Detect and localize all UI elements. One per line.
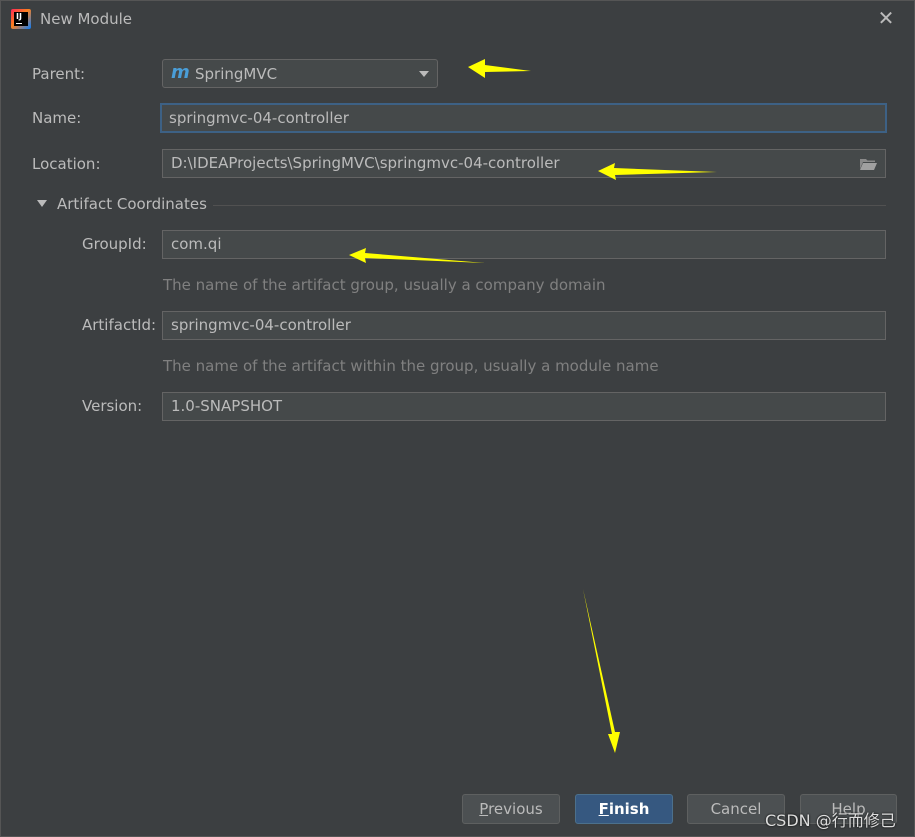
group-id-hint: The name of the artifact group, usually … xyxy=(163,276,606,294)
artifact-id-input[interactable]: springmvc-04-controller xyxy=(162,311,886,340)
version-input[interactable]: 1.0-SNAPSHOT xyxy=(162,392,886,421)
artifact-coordinates-heading[interactable]: Artifact Coordinates xyxy=(57,195,207,213)
annotation-arrow-parent xyxy=(468,59,531,78)
chevron-down-icon xyxy=(419,71,429,77)
parent-label: Parent: xyxy=(32,65,86,83)
previous-button[interactable]: Previous xyxy=(462,794,560,824)
name-input[interactable]: springmvc-04-controller xyxy=(160,103,887,133)
finish-button[interactable]: Finish xyxy=(575,794,673,824)
close-button[interactable]: ✕ xyxy=(875,7,897,29)
name-label: Name: xyxy=(32,109,82,127)
section-divider xyxy=(213,205,886,206)
folder-open-icon[interactable] xyxy=(859,157,877,171)
location-input[interactable]: D:\IDEAProjects\SpringMVC\springmvc-04-c… xyxy=(162,149,886,178)
title-bar: IJ New Module ✕ xyxy=(1,1,914,37)
maven-module-icon: m xyxy=(171,62,190,83)
previous-label: revious xyxy=(488,800,543,818)
artifact-id-hint: The name of the artifact within the grou… xyxy=(163,357,659,375)
artifact-id-label: ArtifactId: xyxy=(82,316,157,334)
group-id-input[interactable]: com.qi xyxy=(162,230,886,259)
csdn-watermark: CSDN @行而修己 xyxy=(765,811,896,830)
collapse-triangle-icon[interactable] xyxy=(37,200,47,207)
annotation-arrow-finish xyxy=(583,589,620,753)
new-module-dialog: IJ New Module ✕ Parent: m SpringMVC Name… xyxy=(0,0,915,837)
finish-mnemonic: F xyxy=(598,800,609,818)
group-id-label: GroupId: xyxy=(82,235,147,253)
parent-select[interactable]: m SpringMVC xyxy=(162,59,438,88)
location-label: Location: xyxy=(32,155,101,173)
intellij-idea-icon: IJ xyxy=(11,9,31,29)
previous-mnemonic: P xyxy=(479,800,489,818)
parent-select-value: SpringMVC xyxy=(195,65,278,83)
finish-label: inish xyxy=(608,800,650,818)
version-label: Version: xyxy=(82,397,143,415)
dialog-title: New Module xyxy=(40,10,133,28)
